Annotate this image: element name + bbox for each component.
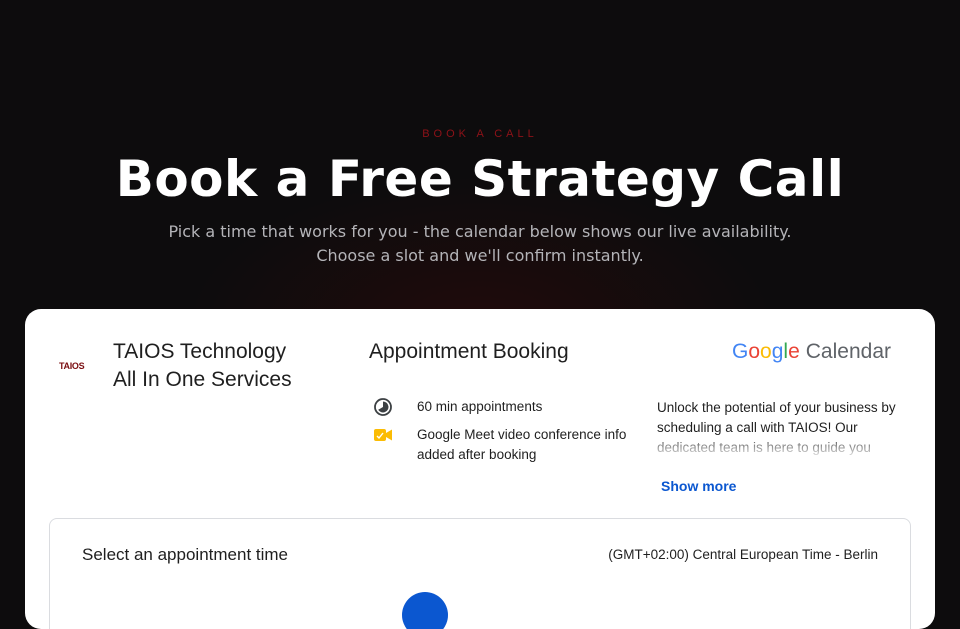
organizer-line-2: All In One Services <box>113 368 292 391</box>
clock-icon <box>369 397 397 417</box>
slot-panel-title: Select an appointment time <box>82 545 289 564</box>
google-letter: G <box>732 340 749 363</box>
page-subtitle: Pick a time that works for you - the cal… <box>0 220 960 268</box>
page-title: Book a Free Strategy Call <box>115 150 845 208</box>
calendar-wordmark: Calendar <box>805 340 891 363</box>
duration-row: 60 min appointments <box>369 397 627 417</box>
company-logo: TAIOS <box>59 361 85 371</box>
duration-text: 60 min appointments <box>417 399 543 414</box>
google-letter: e <box>788 340 800 363</box>
show-more-button[interactable]: Show more <box>655 474 742 498</box>
google-letter: o <box>748 340 761 363</box>
description-fade <box>657 438 907 460</box>
video-camera-icon <box>369 425 397 445</box>
subtitle-line-2: Choose a slot and we'll confirm instantl… <box>316 246 644 265</box>
google-letter: o <box>760 340 772 363</box>
google-letter: g <box>771 340 784 363</box>
selected-date-indicator[interactable] <box>402 592 448 629</box>
google-calendar-logo: Google Calendar <box>732 338 891 366</box>
appointment-slot-panel: Select an appointment time (GMT+02:00) C… <box>49 518 911 629</box>
booking-card: TAIOS TAIOS Technology All In One Servic… <box>25 309 935 629</box>
meet-row: Google Meet video conference info added … <box>369 425 627 465</box>
meet-text: Google Meet video conference info added … <box>417 427 627 462</box>
subtitle-line-1: Pick a time that works for you - the cal… <box>168 222 792 241</box>
timezone-selector[interactable]: (GMT+02:00) Central European Time - Berl… <box>608 547 878 562</box>
booking-title: Appointment Booking <box>369 340 569 363</box>
organizer-line-1: TAIOS Technology <box>113 340 287 363</box>
section-eyebrow: BOOK A CALL <box>422 128 538 140</box>
organizer-name: TAIOS Technology All In One Services <box>113 338 343 394</box>
